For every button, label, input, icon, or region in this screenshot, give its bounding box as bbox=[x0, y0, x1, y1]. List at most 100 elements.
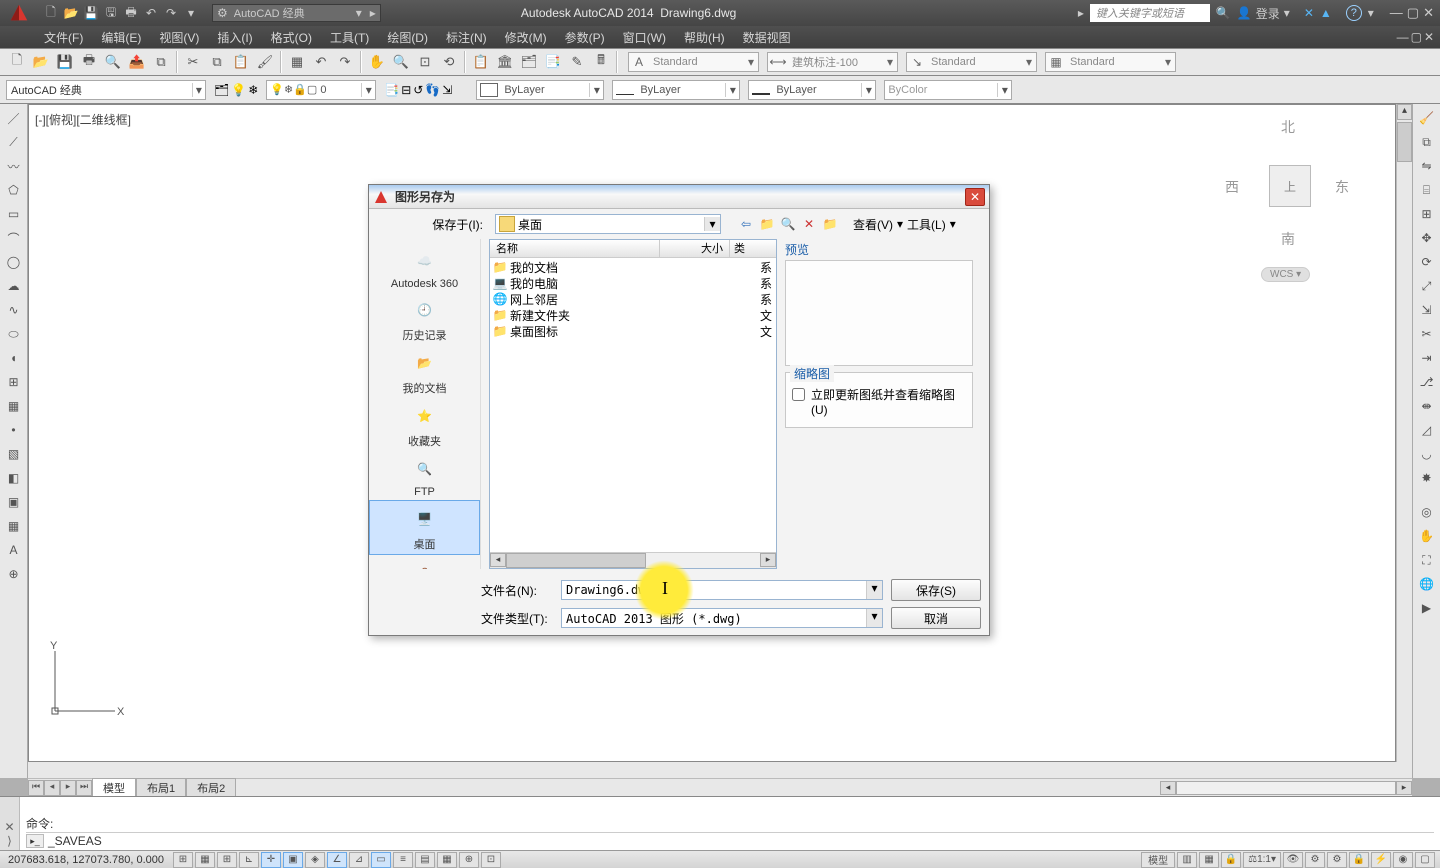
menu-file[interactable]: 文件(F) bbox=[36, 26, 91, 48]
place-desktop[interactable]: 🖥️ 桌面 bbox=[369, 500, 480, 555]
workspace-play-icon[interactable]: ▸ bbox=[366, 6, 380, 20]
horizontal-scrollbar[interactable]: ◂▸ bbox=[1160, 781, 1412, 795]
current-layer-combo[interactable]: 💡❄🔒▢ 0 ▾ bbox=[266, 80, 376, 100]
app-logo[interactable] bbox=[4, 0, 34, 26]
xline-icon[interactable]: ⟋ bbox=[4, 132, 24, 152]
viewcube-wcs[interactable]: WCS ▾ bbox=[1261, 267, 1310, 282]
workspace-switcher[interactable]: ⚙ ▾ ▸ bbox=[212, 4, 381, 22]
place-mydocs[interactable]: 📂 我的文档 bbox=[369, 345, 480, 398]
table-icon[interactable]: ▦ bbox=[4, 516, 24, 536]
props-icon[interactable]: 📋 bbox=[470, 51, 492, 73]
3dosnap-icon[interactable]: ◈ bbox=[305, 852, 325, 868]
layer-states-icon[interactable]: 📑 bbox=[384, 83, 399, 97]
publish-icon[interactable]: 📤 bbox=[126, 51, 148, 73]
filelist-hscroll[interactable]: ◂▸ bbox=[490, 552, 776, 568]
lineweight-combo[interactable]: ByLayer ▾ bbox=[748, 80, 876, 100]
mirror-icon[interactable]: ⇋ bbox=[1417, 156, 1437, 176]
insert-icon[interactable]: ⊞ bbox=[4, 372, 24, 392]
otrack-icon[interactable]: ∠ bbox=[327, 852, 347, 868]
look-in-combo[interactable]: 桌面 ▾ bbox=[495, 214, 721, 234]
layer-merge-icon[interactable]: ⇲ bbox=[442, 83, 452, 97]
sheetset-icon[interactable]: 📑 bbox=[542, 51, 564, 73]
menu-insert[interactable]: 插入(I) bbox=[209, 26, 260, 48]
linetype-combo[interactable]: ByLayer ▾ bbox=[612, 80, 740, 100]
lwt-icon[interactable]: ≡ bbox=[393, 852, 413, 868]
menu-window[interactable]: 窗口(W) bbox=[615, 26, 674, 48]
undo2-icon[interactable]: ↶ bbox=[310, 51, 332, 73]
plotstyle-combo[interactable]: ByColor ▾ bbox=[884, 80, 1012, 100]
place-history[interactable]: 🕘 历史记录 bbox=[369, 292, 480, 345]
undo-icon[interactable]: ↶ bbox=[142, 4, 160, 22]
open2-icon[interactable]: 📂 bbox=[30, 51, 52, 73]
array-icon[interactable]: ⊞ bbox=[1417, 204, 1437, 224]
viewcube-west[interactable]: 西 bbox=[1225, 177, 1239, 197]
back-icon[interactable]: ⇦ bbox=[737, 215, 755, 233]
close-button[interactable]: ✕ bbox=[1423, 5, 1434, 21]
doc-restore-icon[interactable]: ▢ bbox=[1411, 30, 1422, 44]
menu-dataview[interactable]: 数据视图 bbox=[735, 26, 799, 48]
ws-switch-icon[interactable]: ⚙ bbox=[1327, 852, 1347, 868]
filename-input[interactable] bbox=[562, 581, 866, 599]
chevron-down-icon[interactable]: ▾ bbox=[744, 55, 758, 69]
place-favorites[interactable]: ⭐ 收藏夹 bbox=[369, 398, 480, 451]
views-menu[interactable]: 查看(V) bbox=[851, 216, 895, 233]
tab-layout2[interactable]: 布局2 bbox=[186, 778, 236, 797]
tab-layout1[interactable]: 布局1 bbox=[136, 778, 186, 797]
chevron-down-icon[interactable]: ▾ bbox=[897, 217, 903, 231]
print-icon[interactable]: 🖶 bbox=[78, 51, 100, 73]
color-combo[interactable]: ByLayer ▾ bbox=[476, 80, 604, 100]
doc-close-icon[interactable]: ✕ bbox=[1424, 30, 1434, 44]
offset-icon[interactable]: ⌸ bbox=[1417, 180, 1437, 200]
tpy-icon[interactable]: ▤ bbox=[415, 852, 435, 868]
tools-menu[interactable]: 工具(L) bbox=[905, 216, 948, 233]
redo2-icon[interactable]: ↷ bbox=[334, 51, 356, 73]
list-item[interactable]: 📁新建文件夹文 bbox=[490, 307, 776, 323]
pan2-icon[interactable]: ✋ bbox=[1417, 526, 1437, 546]
chevron-down-icon[interactable]: ▾ bbox=[861, 83, 875, 97]
chevron-down-icon[interactable]: ▾ bbox=[866, 609, 882, 627]
move-icon[interactable]: ✥ bbox=[1417, 228, 1437, 248]
layer-walk-icon[interactable]: 👣 bbox=[425, 83, 440, 97]
point-icon[interactable]: • bbox=[4, 420, 24, 440]
save-button[interactable]: 保存(S) bbox=[891, 579, 981, 601]
3ddwf-icon[interactable]: ⧉ bbox=[150, 51, 172, 73]
viewport-label[interactable]: [-][俯视][二维线框] bbox=[35, 111, 131, 128]
text-style-combo[interactable]: A ▾ bbox=[628, 52, 759, 72]
snap-icon[interactable]: ▦ bbox=[195, 852, 215, 868]
layer-on-icon[interactable]: 💡 bbox=[231, 83, 246, 97]
infocenter-search[interactable]: 键入关键字或短语 bbox=[1090, 4, 1210, 22]
signin-chevron-icon[interactable]: ▾ bbox=[1284, 6, 1290, 20]
chevron-down-icon[interactable]: ▾ bbox=[950, 217, 956, 231]
layer-freeze-icon[interactable]: ❄ bbox=[248, 83, 258, 97]
list-item[interactable]: 💻我的电脑系 bbox=[490, 275, 776, 291]
list-item[interactable]: 🌐网上邻居系 bbox=[490, 291, 776, 307]
chevron-down-icon[interactable]: ▾ bbox=[997, 83, 1011, 97]
viewcube[interactable]: 北 西 东 南 上 WCS ▾ bbox=[1225, 117, 1355, 277]
chevron-down-icon[interactable]: ▾ bbox=[361, 83, 375, 97]
qnew-icon[interactable]: 🗋 bbox=[42, 4, 60, 22]
ducs-icon[interactable]: ⊿ bbox=[349, 852, 369, 868]
dyn-icon[interactable]: ▭ bbox=[371, 852, 391, 868]
polygon-icon[interactable]: ⬠ bbox=[4, 180, 24, 200]
fillet-icon[interactable]: ◡ bbox=[1417, 444, 1437, 464]
infer-icon[interactable]: ⊞ bbox=[173, 852, 193, 868]
workspace-name[interactable] bbox=[232, 5, 352, 21]
list-item[interactable]: 📁桌面图标文 bbox=[490, 323, 776, 339]
update-thumbnail-checkbox[interactable]: 立即更新图纸并查看缩略图(U) bbox=[792, 386, 966, 417]
layer-prev-icon[interactable]: ↺ bbox=[413, 83, 423, 97]
menu-view[interactable]: 视图(V) bbox=[151, 26, 207, 48]
chevron-down-icon[interactable]: ▾ bbox=[883, 55, 897, 69]
menu-modify[interactable]: 修改(M) bbox=[497, 26, 555, 48]
newfolder-icon[interactable]: 📁 bbox=[821, 215, 839, 233]
minimize-button[interactable]: — bbox=[1390, 5, 1403, 21]
calc-icon[interactable]: 🖩 bbox=[590, 51, 612, 73]
cancel-button[interactable]: 取消 bbox=[891, 607, 981, 629]
trim-icon[interactable]: ✂ bbox=[1417, 324, 1437, 344]
tab-prev-icon[interactable]: ◂ bbox=[44, 780, 60, 796]
exchange-x-icon[interactable]: ✕ bbox=[1304, 6, 1314, 20]
ellipsearc-icon[interactable]: ◖ bbox=[4, 348, 24, 368]
annoauto-icon[interactable]: ⚙ bbox=[1305, 852, 1325, 868]
dialog-titlebar[interactable]: 图形另存为 ✕ bbox=[369, 185, 989, 209]
navwheel-icon[interactable]: ◎ bbox=[1417, 502, 1437, 522]
annovis-icon[interactable]: 👁 bbox=[1283, 852, 1303, 868]
